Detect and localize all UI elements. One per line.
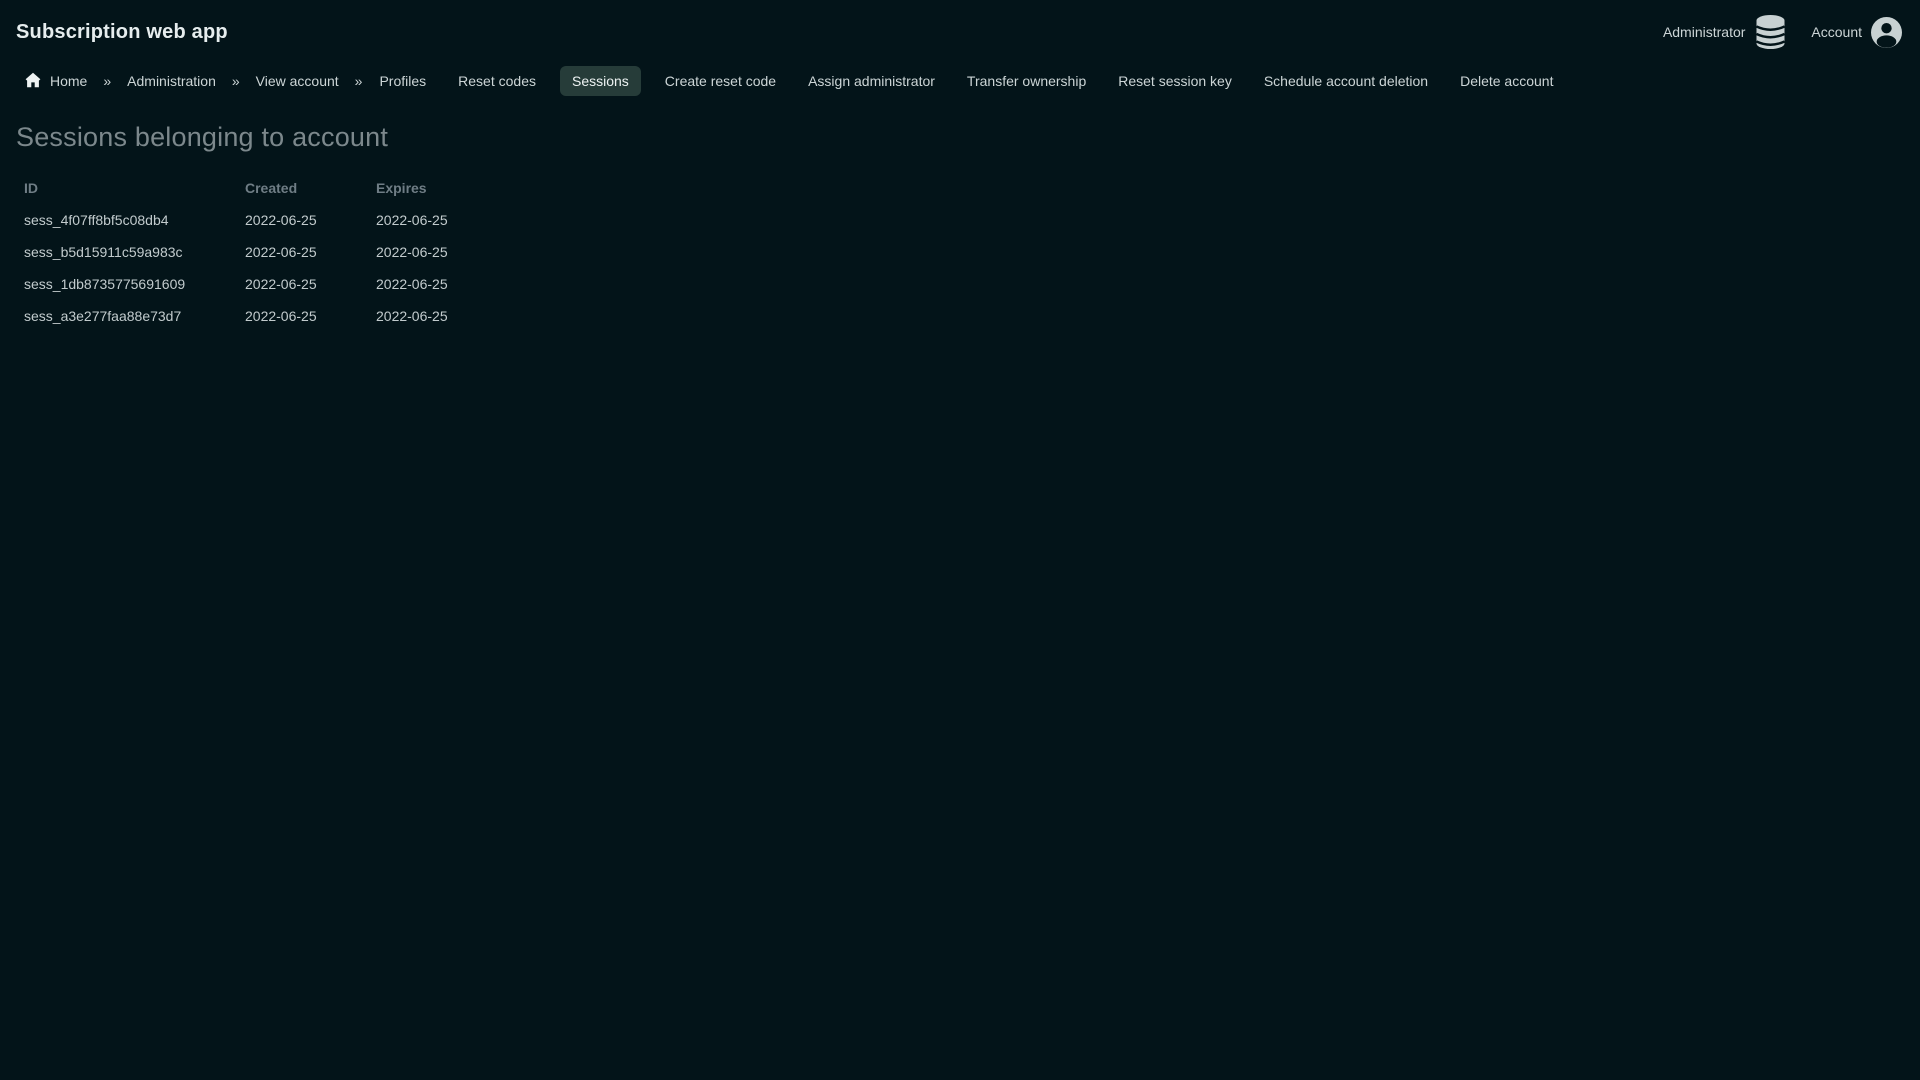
tab-profiles[interactable]: Profiles bbox=[379, 66, 426, 96]
session-expires: 2022-06-25 bbox=[376, 212, 448, 228]
session-created: 2022-06-25 bbox=[245, 308, 317, 324]
table-row: sess_4f07ff8bf5c08db4 2022-06-25 2022-06… bbox=[16, 204, 456, 236]
breadcrumb-separator: » bbox=[354, 73, 363, 89]
tab-transfer-ownership[interactable]: Transfer ownership bbox=[967, 66, 1086, 96]
admin-group[interactable]: Administrator bbox=[1663, 14, 1787, 50]
session-id: sess_b5d15911c59a983c bbox=[24, 244, 183, 260]
session-created: 2022-06-25 bbox=[245, 276, 317, 292]
app-header: Subscription web app Administrator Accou… bbox=[0, 0, 1920, 64]
breadcrumb-item-administration[interactable]: Administration bbox=[127, 73, 216, 89]
tab-create-reset-code[interactable]: Create reset code bbox=[665, 66, 776, 96]
account-label: Account bbox=[1811, 24, 1862, 40]
column-header-id: ID bbox=[24, 180, 38, 196]
table-row: sess_b5d15911c59a983c 2022-06-25 2022-06… bbox=[16, 236, 456, 268]
tab-sessions[interactable]: Sessions bbox=[559, 66, 641, 96]
session-id: sess_1db8735775691609 bbox=[24, 276, 186, 292]
admin-label: Administrator bbox=[1662, 24, 1746, 40]
table-header-row: ID Created Expires bbox=[16, 172, 456, 204]
main-content: Sessions belonging to account ID Created… bbox=[0, 122, 1920, 332]
tab-reset-session-key[interactable]: Reset session key bbox=[1118, 66, 1232, 96]
session-created: 2022-06-25 bbox=[245, 244, 317, 260]
breadcrumb: Home » Administration » View account » bbox=[25, 72, 362, 91]
column-header-created: Created bbox=[245, 180, 298, 196]
session-created: 2022-06-25 bbox=[245, 212, 317, 228]
session-expires: 2022-06-25 bbox=[376, 276, 448, 292]
page-title: Sessions belonging to account bbox=[16, 122, 389, 152]
breadcrumb-separator: » bbox=[103, 73, 112, 89]
tab-assign-administrator[interactable]: Assign administrator bbox=[808, 66, 935, 96]
tab-delete-account[interactable]: Delete account bbox=[1460, 66, 1553, 96]
table-row: sess_1db8735775691609 2022-06-25 2022-06… bbox=[16, 268, 456, 300]
session-expires: 2022-06-25 bbox=[376, 244, 448, 260]
tab-schedule-account-deletion[interactable]: Schedule account deletion bbox=[1264, 66, 1428, 96]
app-title: Subscription web app bbox=[16, 20, 228, 43]
breadcrumb-item-view-account[interactable]: View account bbox=[256, 73, 339, 89]
breadcrumb-separator: » bbox=[231, 73, 240, 89]
database-icon[interactable] bbox=[1754, 14, 1787, 50]
home-icon bbox=[25, 72, 41, 91]
navbar: Home » Administration » View account » P… bbox=[0, 64, 1920, 98]
session-id: sess_4f07ff8bf5c08db4 bbox=[24, 212, 169, 228]
session-expires: 2022-06-25 bbox=[376, 308, 448, 324]
tab-reset-codes[interactable]: Reset codes bbox=[458, 66, 536, 96]
breadcrumb-item-home[interactable]: Home bbox=[50, 73, 87, 89]
session-id: sess_a3e277faa88e73d7 bbox=[24, 308, 182, 324]
column-header-expires: Expires bbox=[376, 180, 427, 196]
person-circle-icon[interactable] bbox=[1871, 16, 1902, 48]
sessions-table: ID Created Expires sess_4f07ff8bf5c08db4… bbox=[16, 172, 456, 332]
breadcrumb-home[interactable]: Home bbox=[25, 72, 87, 91]
account-group[interactable]: Account bbox=[1811, 16, 1902, 48]
header-right: Administrator Account bbox=[1663, 14, 1902, 50]
nav-tabs: Profiles Reset codes Sessions Create res… bbox=[379, 66, 1553, 96]
table-row: sess_a3e277faa88e73d7 2022-06-25 2022-06… bbox=[16, 300, 456, 332]
